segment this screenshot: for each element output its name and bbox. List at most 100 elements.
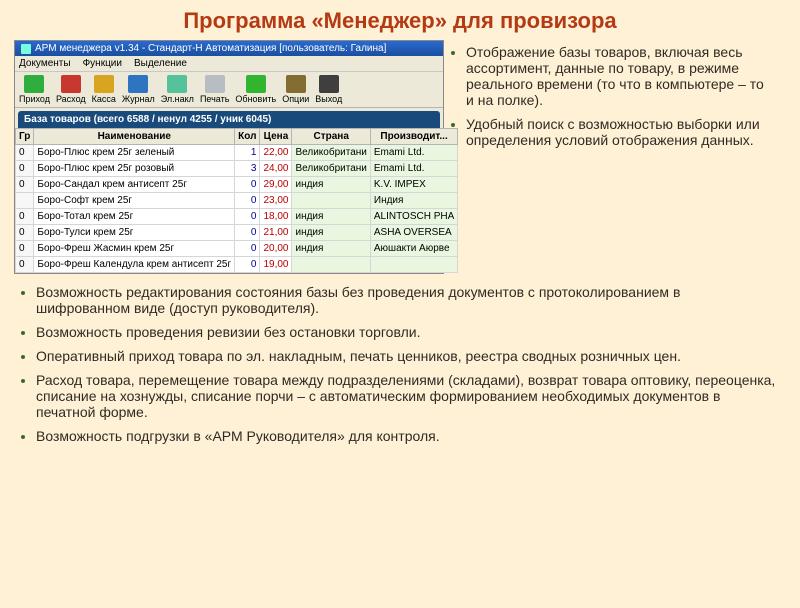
- cell-name: Боро-Тулси крем 25г: [34, 225, 235, 241]
- lower-bullets: Возможность редактирования состояния баз…: [0, 274, 800, 444]
- cell-country: Великобритани: [292, 161, 370, 177]
- column-header[interactable]: Гр: [16, 129, 34, 145]
- cell-price: 19,00: [260, 257, 292, 273]
- table-row[interactable]: 0Боро-Тулси крем 25г021,00индияASHA OVER…: [16, 225, 458, 241]
- toolbar-button[interactable]: Журнал: [122, 75, 155, 104]
- cell-qty: 1: [235, 145, 260, 161]
- menubar: Документы Функции Выделение: [15, 56, 443, 72]
- toolbar-button[interactable]: Опции: [282, 75, 309, 104]
- menu-documents[interactable]: Документы: [19, 58, 71, 69]
- toolbar-button[interactable]: Обновить: [235, 75, 276, 104]
- toolbar-label: Обновить: [235, 94, 276, 104]
- cell-country: [292, 193, 370, 209]
- window-titlebar: АРМ менеджера v1.34 - Стандарт-Н Автомат…: [15, 41, 443, 56]
- cell-country: индия: [292, 225, 370, 241]
- cell-price: 18,00: [260, 209, 292, 225]
- upper-row: АРМ менеджера v1.34 - Стандарт-Н Автомат…: [0, 40, 800, 274]
- cell-gr: 0: [16, 145, 34, 161]
- cell-name: Боро-Плюс крем 25г зеленый: [34, 145, 235, 161]
- cell-gr: 0: [16, 257, 34, 273]
- cell-name: Боро-Тотал крем 25г: [34, 209, 235, 225]
- table-row[interactable]: 0Боро-Плюс крем 25г зеленый122,00Великоб…: [16, 145, 458, 161]
- products-table: ГрНаименованиеКолЦенаСтранаПроизводит...…: [15, 128, 458, 273]
- menu-selection[interactable]: Выделение: [134, 58, 187, 69]
- bullet-item: Оперативный приход товара по эл. накладн…: [36, 348, 776, 364]
- cell-gr: 0: [16, 209, 34, 225]
- cell-country: индия: [292, 209, 370, 225]
- toolbar-button[interactable]: Печать: [200, 75, 229, 104]
- toolbar-icon: [246, 75, 266, 93]
- cell-name: Боро-Софт крем 25г: [34, 193, 235, 209]
- tab-products[interactable]: База товаров (всего 6588 / ненул 4255 / …: [18, 111, 440, 128]
- column-header[interactable]: Страна: [292, 129, 370, 145]
- bullet-item: Возможность проведения ревизии без остан…: [36, 324, 776, 340]
- table-row[interactable]: 0Боро-Фреш Жасмин крем 25г020,00индияАюш…: [16, 241, 458, 257]
- menu-functions[interactable]: Функции: [83, 58, 122, 69]
- toolbar: Приход Расход Касса Журнал Эл.накл Печать Обно…: [15, 72, 443, 108]
- toolbar-label: Расход: [56, 94, 86, 104]
- column-header[interactable]: Наименование: [34, 129, 235, 145]
- app-icon: [21, 44, 31, 54]
- cell-country: индия: [292, 241, 370, 257]
- cell-name: Боро-Фреш Календула крем антисепт 25г: [34, 257, 235, 273]
- cell-qty: 0: [235, 241, 260, 257]
- cell-qty: 0: [235, 257, 260, 273]
- toolbar-icon: [128, 75, 148, 93]
- toolbar-label: Эл.накл: [161, 94, 194, 104]
- cell-name: Боро-Плюс крем 25г розовый: [34, 161, 235, 177]
- toolbar-icon: [94, 75, 114, 93]
- toolbar-label: Приход: [19, 94, 50, 104]
- bullet-item: Расход товара, перемещение товара между …: [36, 372, 776, 420]
- toolbar-button[interactable]: Приход: [19, 75, 50, 104]
- cell-price: 20,00: [260, 241, 292, 257]
- toolbar-label: Выход: [315, 94, 342, 104]
- table-row[interactable]: Боро-Софт крем 25г023,00Индия: [16, 193, 458, 209]
- column-header[interactable]: Цена: [260, 129, 292, 145]
- bullet-item: Возможность редактирования состояния баз…: [36, 284, 776, 316]
- table-row[interactable]: 0Боро-Фреш Календула крем антисепт 25г01…: [16, 257, 458, 273]
- cell-qty: 0: [235, 177, 260, 193]
- cell-gr: 0: [16, 241, 34, 257]
- column-header[interactable]: Кол: [235, 129, 260, 145]
- cell-qty: 0: [235, 193, 260, 209]
- cell-price: 29,00: [260, 177, 292, 193]
- toolbar-button[interactable]: Касса: [92, 75, 116, 104]
- table-row[interactable]: 0Боро-Сандал крем антисепт 25г029,00инди…: [16, 177, 458, 193]
- table-row[interactable]: 0Боро-Тотал крем 25г018,00индияALINTOSCH…: [16, 209, 458, 225]
- cell-gr: 0: [16, 177, 34, 193]
- window-title: АРМ менеджера v1.34 - Стандарт-Н Автомат…: [35, 43, 386, 54]
- cell-price: 23,00: [260, 193, 292, 209]
- table-header-row: ГрНаименованиеКолЦенаСтранаПроизводит...: [16, 129, 458, 145]
- toolbar-icon: [61, 75, 81, 93]
- bullet-item: Возможность подгрузки в «АРМ Руководител…: [36, 428, 776, 444]
- toolbar-icon: [286, 75, 306, 93]
- toolbar-icon: [24, 75, 44, 93]
- cell-price: 21,00: [260, 225, 292, 241]
- cell-gr: 0: [16, 161, 34, 177]
- side-bullets: Отображение базы товаров, включая весь а…: [444, 40, 784, 274]
- cell-gr: 0: [16, 225, 34, 241]
- toolbar-label: Касса: [92, 94, 116, 104]
- table-body: 0Боро-Плюс крем 25г зеленый122,00Великоб…: [16, 145, 458, 273]
- cell-price: 22,00: [260, 145, 292, 161]
- bullet-item: Отображение базы товаров, включая весь а…: [466, 44, 766, 108]
- cell-price: 24,00: [260, 161, 292, 177]
- cell-name: Боро-Фреш Жасмин крем 25г: [34, 241, 235, 257]
- toolbar-icon: [205, 75, 225, 93]
- cell-name: Боро-Сандал крем антисепт 25г: [34, 177, 235, 193]
- toolbar-icon: [319, 75, 339, 93]
- cell-qty: 3: [235, 161, 260, 177]
- toolbar-button[interactable]: Эл.накл: [161, 75, 194, 104]
- page-title: Программа «Менеджер» для провизора: [0, 8, 800, 34]
- toolbar-button[interactable]: Выход: [315, 75, 342, 104]
- toolbar-button[interactable]: Расход: [56, 75, 86, 104]
- toolbar-label: Печать: [200, 94, 229, 104]
- cell-country: [292, 257, 370, 273]
- app-screenshot: АРМ менеджера v1.34 - Стандарт-Н Автомат…: [14, 40, 444, 274]
- cell-country: Великобритани: [292, 145, 370, 161]
- cell-qty: 0: [235, 209, 260, 225]
- cell-qty: 0: [235, 225, 260, 241]
- table-row[interactable]: 0Боро-Плюс крем 25г розовый324,00Великоб…: [16, 161, 458, 177]
- cell-gr: [16, 193, 34, 209]
- toolbar-label: Журнал: [122, 94, 155, 104]
